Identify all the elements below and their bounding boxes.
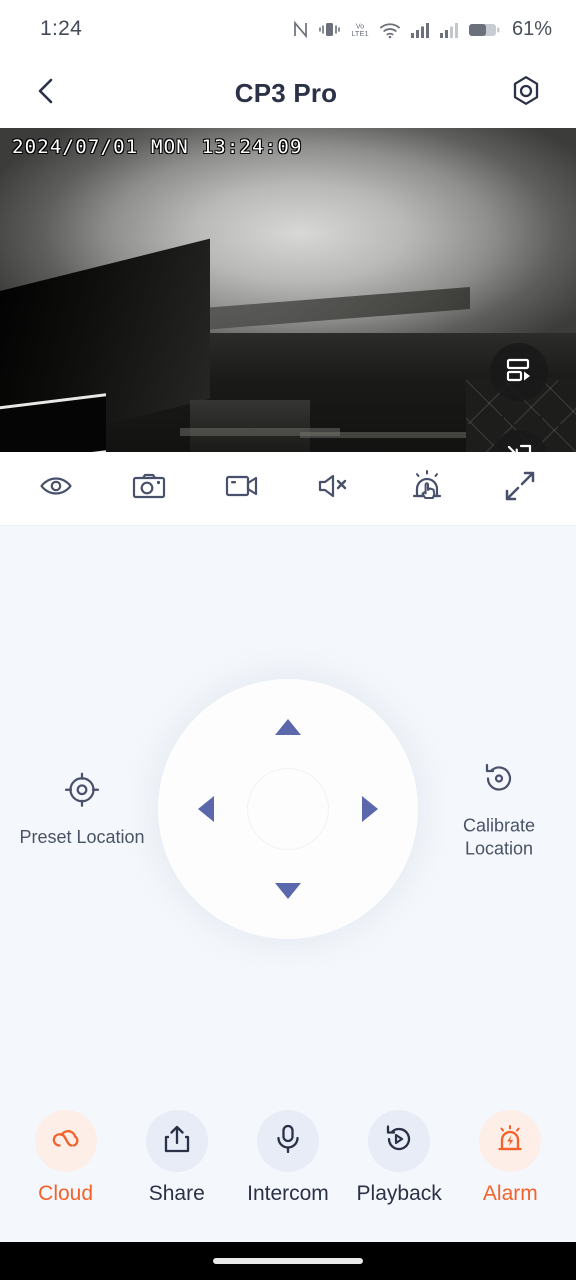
ptz-row: Preset Location Calibrate Location [0, 679, 576, 939]
nav-item-cloud[interactable]: Cloud [13, 1110, 119, 1206]
app-header: CP3 Pro [0, 58, 576, 128]
calibrate-location-button[interactable]: Calibrate Location [424, 759, 574, 860]
playback-rewind-icon [383, 1123, 415, 1160]
battery-percent: 61% [511, 17, 552, 40]
calibrate-label-line2: Location [464, 838, 534, 858]
status-bar: 1:24 Vo LTE1 61% [0, 0, 576, 58]
share-button[interactable] [145, 1110, 208, 1172]
vibrate-icon [318, 20, 341, 39]
nav-label-intercom: Intercom [247, 1182, 329, 1205]
siren-alarm-icon [494, 1123, 526, 1160]
mute-button[interactable] [303, 460, 365, 518]
multiview-play-icon [504, 355, 534, 390]
microphone-icon [273, 1123, 303, 1160]
video-toolbar [0, 452, 576, 526]
bottom-nav: Cloud Share Intercom Playback Alarm [0, 1092, 576, 1242]
eye-icon [39, 469, 73, 508]
preset-location-button[interactable]: Preset Location [7, 770, 157, 849]
playback-button[interactable] [368, 1110, 431, 1172]
svg-text:LTE1: LTE1 [351, 29, 368, 38]
ptz-down-arrow[interactable] [275, 883, 301, 899]
settings-button[interactable] [502, 69, 550, 117]
signal-sim1-icon [410, 20, 430, 39]
ptz-control-area: Preset Location Calibrate Location [0, 526, 576, 1092]
hex-settings-icon [509, 74, 543, 113]
page-title: CP3 Pro [234, 77, 338, 108]
definition-button[interactable] [25, 460, 87, 518]
snapshot-button[interactable] [118, 460, 180, 518]
nav-item-playback[interactable]: Playback [346, 1110, 452, 1206]
back-button[interactable] [22, 69, 70, 117]
crosshair-target-icon [62, 770, 102, 815]
nav-item-alarm[interactable]: Alarm [457, 1110, 563, 1206]
app-screen: 1:24 Vo LTE1 61% CP3 Pro 2024/07/01 MON … [0, 0, 576, 1280]
nav-label-cloud: Cloud [38, 1182, 94, 1205]
nav-label-share: Share [148, 1182, 205, 1205]
fullscreen-button[interactable] [489, 460, 551, 518]
calibrate-location-label: Calibrate Location [463, 815, 535, 860]
wifi-icon [379, 20, 401, 39]
speaker-muted-icon [316, 470, 352, 507]
siren-button[interactable] [396, 460, 458, 518]
ptz-left-arrow[interactable] [198, 796, 214, 822]
record-button[interactable] [211, 460, 273, 518]
cloud-button[interactable] [34, 1110, 97, 1172]
ptz-right-arrow[interactable] [362, 796, 378, 822]
ptz-dpad[interactable] [158, 679, 418, 939]
system-nav-bar [0, 1242, 576, 1280]
battery-icon [468, 20, 500, 39]
status-time: 1:24 [40, 17, 83, 40]
home-indicator[interactable] [213, 1258, 363, 1264]
cloud-icon [48, 1124, 84, 1159]
chevron-left-icon [33, 76, 59, 111]
live-video-feed[interactable]: 2024/07/01 MON 13:24:09 [0, 128, 576, 452]
ptz-up-arrow[interactable] [275, 719, 301, 735]
signal-sim2-icon [439, 20, 459, 39]
preset-location-label: Preset Location [19, 826, 145, 847]
expand-arrows-icon [503, 469, 537, 508]
share-icon [161, 1123, 193, 1160]
multi-view-button[interactable] [490, 343, 548, 401]
camera-icon [131, 469, 167, 508]
alarm-button[interactable] [479, 1110, 542, 1172]
rotate-calibrate-icon [479, 759, 519, 804]
siren-hand-icon [409, 468, 445, 509]
video-camera-icon [224, 470, 260, 507]
volte1-icon: Vo LTE1 [350, 20, 370, 39]
status-icons: Vo LTE1 61% [292, 18, 552, 41]
nav-label-playback: Playback [356, 1182, 442, 1205]
pip-minimize-icon [504, 442, 534, 452]
nav-item-intercom[interactable]: Intercom [235, 1110, 341, 1206]
video-object [190, 400, 310, 452]
video-timestamp: 2024/07/01 MON 13:24:09 [12, 136, 303, 158]
calibrate-label-line1: Calibrate [462, 815, 536, 836]
nav-item-share[interactable]: Share [124, 1110, 230, 1206]
intercom-button[interactable] [256, 1110, 319, 1172]
video-rail [300, 432, 490, 438]
ptz-center-button[interactable] [247, 768, 329, 850]
nav-label-alarm: Alarm [482, 1182, 538, 1205]
nfc-icon [292, 20, 309, 39]
